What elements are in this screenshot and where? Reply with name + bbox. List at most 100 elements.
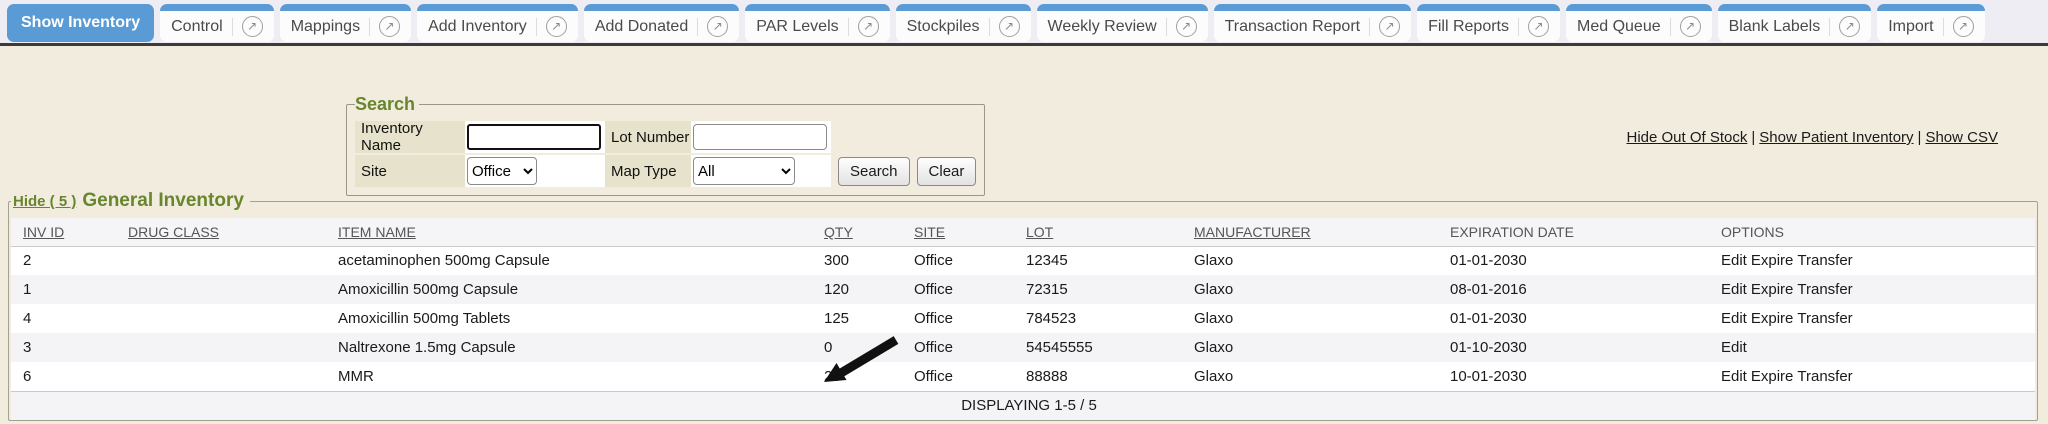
- tab-top-accent: [1037, 4, 1208, 11]
- column-header-manufacturer[interactable]: MANUFACTURER: [1182, 218, 1438, 246]
- tab-add-inventory[interactable]: Add Inventory↗: [417, 4, 578, 42]
- column-header-drug-class[interactable]: DRUG CLASS: [116, 218, 326, 246]
- tab-control[interactable]: Control ↗: [160, 4, 274, 42]
- clear-button[interactable]: Clear: [917, 157, 977, 186]
- tab-weekly-review[interactable]: Weekly Review ↗: [1037, 4, 1208, 42]
- transfer-action[interactable]: Transfer: [1797, 368, 1852, 385]
- transfer-action[interactable]: Transfer: [1797, 252, 1852, 269]
- search-row-2: Site Office Map Type All Search Clear: [355, 155, 976, 187]
- tab-label: Med Queue: [1577, 18, 1661, 36]
- cell-item-name: Amoxicillin 500mg Capsule: [326, 275, 812, 304]
- lot-number-input[interactable]: [693, 124, 827, 150]
- page-content: Search Inventory Name Lot Number Site Of…: [0, 46, 2048, 421]
- tab-stockpiles[interactable]: Stockpiles↗: [896, 4, 1031, 42]
- tab-divider: [1166, 18, 1167, 36]
- sort-link-manufacturer[interactable]: MANUFACTURER: [1194, 224, 1311, 240]
- tab-label-area: Add Donated ↗: [584, 11, 739, 42]
- cell-site: Office: [902, 304, 1014, 333]
- tab-blank-labels[interactable]: Blank Labels↗: [1718, 4, 1872, 42]
- tab-label-area: Import ↗: [1877, 11, 1984, 42]
- tab-par-levels[interactable]: PAR Levels↗: [745, 4, 889, 42]
- tab-label-area: Med Queue ↗: [1566, 11, 1712, 42]
- column-header-lot[interactable]: LOT: [1014, 218, 1182, 246]
- cell-options: EditExpireTransfer: [1709, 275, 2035, 304]
- tab-med-queue[interactable]: Med Queue ↗: [1566, 4, 1712, 42]
- inventory-row-naltrexone-1-5mg-capsule: 3Naltrexone 1.5mg Capsule0Office54545555…: [11, 333, 2035, 362]
- open-new-window-icon[interactable]: ↗: [1953, 16, 1974, 37]
- open-new-window-icon[interactable]: ↗: [1528, 16, 1549, 37]
- sort-link-inv-id[interactable]: INV ID: [23, 224, 64, 240]
- tab-label: Transaction Report: [1225, 18, 1360, 36]
- tab-label-area: Show Inventory: [7, 4, 154, 42]
- open-new-window-icon[interactable]: ↗: [1839, 16, 1860, 37]
- expire-action[interactable]: Expire: [1751, 368, 1794, 385]
- hide-out-of-stock-link[interactable]: Hide Out Of Stock: [1626, 129, 1747, 146]
- tab-top-accent: [1877, 4, 1984, 11]
- tab-import[interactable]: Import ↗: [1877, 4, 1984, 42]
- tab-label: Weekly Review: [1048, 18, 1157, 36]
- open-new-window-icon[interactable]: ↗: [707, 16, 728, 37]
- tab-top-accent: [417, 4, 578, 11]
- column-header-expiration-date: EXPIRATION DATE: [1438, 218, 1709, 246]
- tab-label-area: Weekly Review ↗: [1037, 11, 1208, 42]
- cell-item-name: Amoxicillin 500mg Tablets: [326, 304, 812, 333]
- transfer-action[interactable]: Transfer: [1797, 310, 1852, 327]
- hide-count-link[interactable]: Hide ( 5 ): [13, 193, 76, 210]
- cell-drug-class: [116, 275, 326, 304]
- sort-link-item-name[interactable]: ITEM NAME: [338, 224, 416, 240]
- tab-mappings[interactable]: Mappings ↗: [280, 4, 411, 42]
- expire-action[interactable]: Expire: [1751, 252, 1794, 269]
- tab-label: Import: [1888, 18, 1933, 36]
- edit-action[interactable]: Edit: [1721, 281, 1747, 298]
- open-new-window-icon[interactable]: ↗: [999, 16, 1020, 37]
- open-new-window-icon[interactable]: ↗: [1379, 16, 1400, 37]
- open-new-window-icon[interactable]: ↗: [1176, 16, 1197, 37]
- tab-show-inventory[interactable]: Show Inventory: [7, 4, 154, 42]
- tab-fill-reports[interactable]: Fill Reports↗: [1417, 4, 1560, 42]
- search-buttons: Search Clear: [831, 155, 976, 187]
- open-new-window-icon[interactable]: ↗: [546, 16, 567, 37]
- column-header-inv-id[interactable]: INV ID: [11, 218, 116, 246]
- cell-inv-id: 6: [11, 362, 116, 391]
- expire-action[interactable]: Expire: [1751, 281, 1794, 298]
- open-new-window-icon[interactable]: ↗: [242, 16, 263, 37]
- tab-add-donated[interactable]: Add Donated ↗: [584, 4, 739, 42]
- column-header-qty[interactable]: QTY: [812, 218, 902, 246]
- sort-link-lot[interactable]: LOT: [1026, 224, 1053, 240]
- sort-link-qty[interactable]: QTY: [824, 224, 853, 240]
- site-label: Site: [355, 155, 465, 187]
- site-select[interactable]: Office: [467, 157, 537, 185]
- cell-qty: 120: [812, 275, 902, 304]
- open-new-window-icon[interactable]: ↗: [379, 16, 400, 37]
- cell-expiration-date: 01-01-2030: [1438, 304, 1709, 333]
- tab-transaction-report[interactable]: Transaction Report ↗: [1214, 4, 1411, 42]
- map-type-select[interactable]: All: [693, 157, 795, 185]
- edit-action[interactable]: Edit: [1721, 339, 1747, 356]
- open-new-window-icon[interactable]: ↗: [1680, 16, 1701, 37]
- tab-label: Add Donated: [595, 18, 688, 36]
- tab-label-area: Blank Labels↗: [1718, 11, 1872, 42]
- inventory-table: INV ID DRUG CLASS ITEM NAME QTY SITE LOT MANUF…: [11, 218, 2035, 420]
- open-new-window-icon[interactable]: ↗: [858, 16, 879, 37]
- sort-link-drug-class[interactable]: DRUG CLASS: [128, 224, 219, 240]
- tab-top-accent: [1417, 4, 1560, 11]
- inventory-name-input[interactable]: [467, 124, 601, 150]
- edit-action[interactable]: Edit: [1721, 310, 1747, 327]
- search-button[interactable]: Search: [838, 157, 910, 186]
- show-csv-link[interactable]: Show CSV: [1925, 129, 1998, 146]
- column-header-item-name[interactable]: ITEM NAME: [326, 218, 812, 246]
- tab-label: Mappings: [291, 18, 360, 36]
- cell-item-name: acetaminophen 500mg Capsule: [326, 246, 812, 275]
- inventory-name-label: Inventory Name: [355, 121, 465, 153]
- cell-options: EditExpireTransfer: [1709, 246, 2035, 275]
- column-header-site[interactable]: SITE: [902, 218, 1014, 246]
- edit-action[interactable]: Edit: [1721, 252, 1747, 269]
- expire-action[interactable]: Expire: [1751, 310, 1794, 327]
- edit-action[interactable]: Edit: [1721, 368, 1747, 385]
- transfer-action[interactable]: Transfer: [1797, 281, 1852, 298]
- tab-label: Control: [171, 18, 223, 36]
- cell-qty: 25: [812, 362, 902, 391]
- tab-divider: [1369, 18, 1370, 36]
- sort-link-site[interactable]: SITE: [914, 224, 945, 240]
- show-patient-inventory-link[interactable]: Show Patient Inventory: [1759, 129, 1913, 146]
